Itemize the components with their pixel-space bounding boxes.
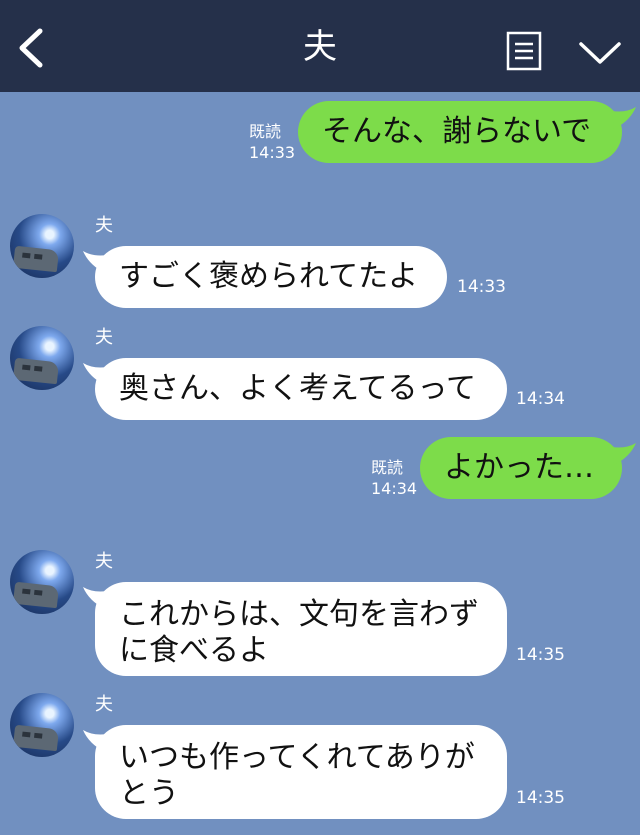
bubble-tail <box>612 107 636 129</box>
message-text: そんな、謝らないで <box>322 114 592 149</box>
read-label: 既読 <box>249 122 282 141</box>
message-text: いつも作ってくれてありがとう <box>119 740 475 811</box>
sender-name: 夫 <box>95 551 113 572</box>
their-message-bubble[interactable]: 奥さん、よく考えてるって <box>95 358 507 420</box>
message-text: これからは、文句を言わずに食べるよ <box>119 597 479 668</box>
message-text: よかった… <box>444 450 594 485</box>
read-receipt: 既読 14:33 <box>249 121 295 163</box>
message-time: 14:35 <box>516 788 565 808</box>
chat-title: 夫 <box>303 27 337 67</box>
read-receipt: 既読 14:34 <box>371 457 417 499</box>
sender-name: 夫 <box>95 327 113 348</box>
their-message-bubble[interactable]: これからは、文句を言わずに食べるよ <box>95 582 507 676</box>
chat-header: 夫 <box>0 0 640 92</box>
message-text: 奥さん、よく考えてるって <box>119 371 476 406</box>
avatar[interactable] <box>10 693 74 757</box>
message-time: 14:34 <box>371 479 418 498</box>
their-message-bubble[interactable]: いつも作ってくれてありがとう <box>95 725 507 819</box>
avatar[interactable] <box>10 214 74 278</box>
sender-name: 夫 <box>95 694 113 715</box>
my-message-bubble[interactable]: よかった… <box>420 437 622 499</box>
message-time: 14:33 <box>457 277 506 297</box>
notes-icon[interactable] <box>506 31 542 71</box>
read-label: 既読 <box>371 458 404 477</box>
chevron-left-icon[interactable] <box>14 28 50 68</box>
sender-name: 夫 <box>95 215 113 236</box>
my-message-bubble[interactable]: そんな、謝らないで <box>298 101 622 163</box>
their-message-bubble[interactable]: すごく褒められてたよ <box>95 246 447 308</box>
avatar[interactable] <box>10 550 74 614</box>
message-time: 14:34 <box>516 389 565 409</box>
message-time: 14:33 <box>249 143 296 162</box>
message-time: 14:35 <box>516 645 565 665</box>
bubble-tail <box>612 443 636 465</box>
chevron-down-icon[interactable] <box>578 36 622 68</box>
avatar[interactable] <box>10 326 74 390</box>
message-text: すごく褒められてたよ <box>119 259 419 294</box>
